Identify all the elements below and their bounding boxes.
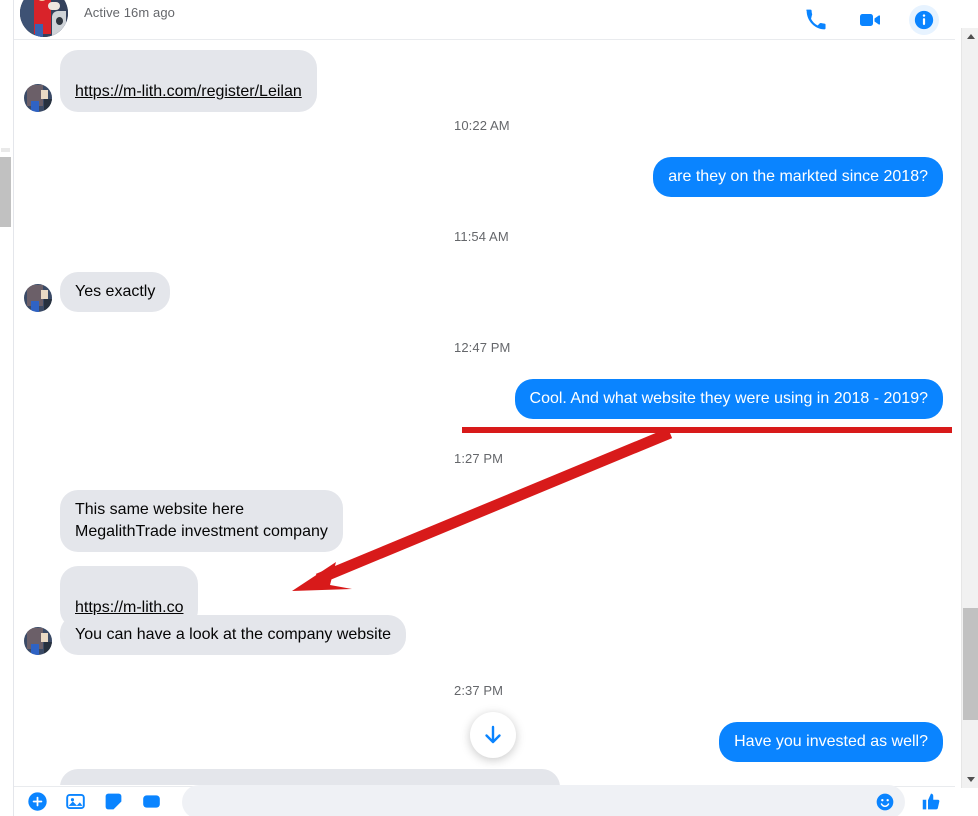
message-row: are they on the markted since 2018? xyxy=(653,157,943,197)
message-row: Yes exactly xyxy=(24,272,171,312)
header-actions xyxy=(801,4,939,35)
message-bubble-incoming[interactable]: You can have a look at the company websi… xyxy=(60,615,407,655)
conversation-info-button[interactable] xyxy=(909,4,939,35)
message-row: You can have a look at the company websi… xyxy=(24,615,407,655)
scroll-down-arrow[interactable] xyxy=(962,771,978,788)
sidebar-rail-tick xyxy=(1,148,10,152)
message-row: https://m-lith.com/register/Leilan xyxy=(24,50,317,112)
thumbs-up-icon xyxy=(922,793,940,809)
video-call-button[interactable] xyxy=(855,5,885,35)
sticker-icon xyxy=(105,793,121,810)
message-bubble-outgoing[interactable]: Cool. And what website they were using i… xyxy=(514,379,943,419)
emoji-button[interactable] xyxy=(875,792,895,812)
thread-scrollbar[interactable] xyxy=(961,28,978,788)
message-row: This same website here MegalithTrade inv… xyxy=(60,490,343,552)
add-attachment-button[interactable] xyxy=(26,791,48,813)
conversation-header: Active 16m ago xyxy=(14,0,955,40)
message-bubble-outgoing[interactable]: Have you invested as well? xyxy=(719,722,943,762)
scroll-to-bottom-button[interactable] xyxy=(470,712,516,758)
contact-avatar[interactable] xyxy=(20,0,68,37)
message-bubble-incoming[interactable]: This same website here MegalithTrade inv… xyxy=(60,490,343,552)
message-bubble-incoming[interactable]: Yes exactly xyxy=(60,272,171,312)
avatar[interactable] xyxy=(24,284,52,312)
timestamp: 2:37 PM xyxy=(454,683,504,698)
messenger-conversation-window: Active 16m ago https://m-lith.com/regist… xyxy=(0,0,978,816)
message-row-partial xyxy=(60,769,560,785)
like-button[interactable] xyxy=(921,791,943,813)
scrollbar-top-gap xyxy=(961,0,978,28)
info-icon xyxy=(914,10,934,29)
voice-call-button[interactable] xyxy=(801,5,831,35)
message-input[interactable] xyxy=(182,784,905,816)
sidebar-scroll-thumb[interactable] xyxy=(0,157,11,227)
contact-active-status: Active 16m ago xyxy=(84,5,176,20)
avatar[interactable] xyxy=(24,84,52,112)
message-link[interactable]: https://m-lith.co xyxy=(75,599,183,616)
video-camera-icon xyxy=(860,13,880,26)
plus-circle-icon xyxy=(27,792,47,811)
timestamp: 11:54 AM xyxy=(454,229,509,244)
message-row: Have you invested as well? xyxy=(719,722,943,762)
timestamp: 10:22 AM xyxy=(454,118,510,133)
message-bubble-outgoing[interactable]: are they on the markted since 2018? xyxy=(653,157,943,197)
message-row: Cool. And what website they were using i… xyxy=(514,379,943,419)
gif-button[interactable] xyxy=(140,791,162,813)
message-link[interactable]: https://m-lith.com/register/Leilan xyxy=(75,83,302,100)
message-bubble-incoming[interactable] xyxy=(60,769,560,785)
scroll-up-arrow[interactable] xyxy=(962,28,978,45)
attach-photo-button[interactable] xyxy=(64,791,86,813)
sticker-button[interactable] xyxy=(102,791,124,813)
contact-info: Active 16m ago xyxy=(84,0,199,20)
arrow-down-icon xyxy=(485,725,501,744)
gif-icon xyxy=(142,795,160,808)
composer-icons xyxy=(26,791,162,813)
message-bubble-incoming[interactable]: https://m-lith.com/register/Leilan xyxy=(60,50,317,112)
photo-icon xyxy=(65,793,85,810)
avatar[interactable] xyxy=(24,627,52,655)
phone-icon xyxy=(806,9,826,29)
sidebar-scroll-rail xyxy=(0,0,14,816)
message-composer xyxy=(14,784,955,816)
scrollbar-thumb[interactable] xyxy=(963,608,978,720)
timestamp: 12:47 PM xyxy=(454,340,511,355)
timestamp: 1:27 PM xyxy=(454,451,504,466)
smiley-icon xyxy=(876,793,894,810)
message-thread[interactable]: https://m-lith.com/register/Leilan 10:22… xyxy=(14,41,955,785)
